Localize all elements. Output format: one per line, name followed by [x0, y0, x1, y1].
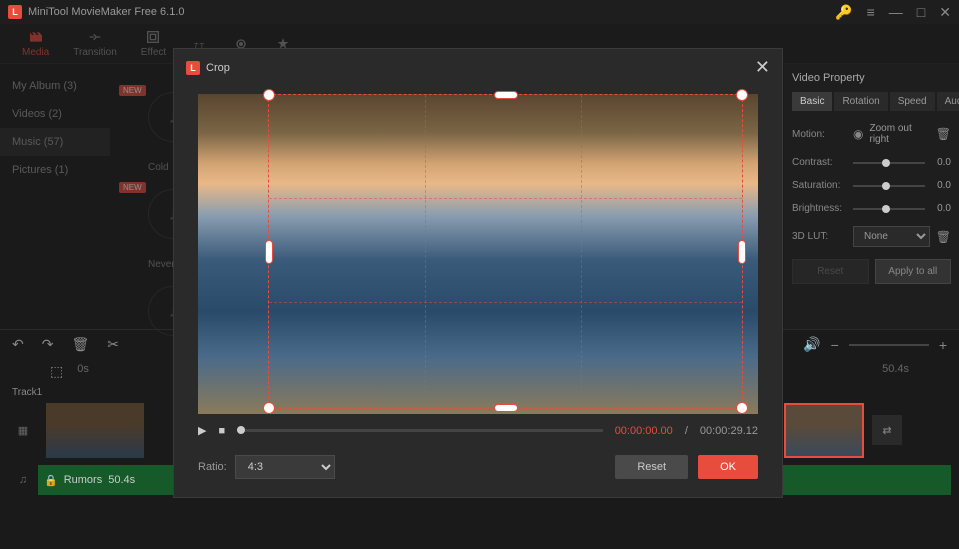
redo-icon[interactable]: ↷ — [42, 336, 54, 353]
play-button[interactable]: ▶ — [198, 424, 206, 437]
property-title: Video Property — [792, 72, 951, 84]
nav-music[interactable]: Music (57) — [0, 128, 110, 156]
apply-all-button[interactable]: Apply to all — [875, 259, 952, 284]
tab-media[interactable]: Media — [10, 26, 61, 61]
media-label: Cold — [148, 162, 169, 173]
split-icon[interactable]: ✂ — [107, 336, 119, 353]
library-nav: My Album (3) Videos (2) Music (57) Pictu… — [0, 64, 110, 329]
zoom-slider[interactable] — [849, 344, 929, 346]
reset-button[interactable]: Reset — [792, 259, 869, 284]
speaker-icon[interactable]: 🔊 — [803, 336, 820, 353]
close-icon[interactable]: ✕ — [755, 57, 770, 78]
app-icon: L — [186, 61, 200, 75]
tab-transition[interactable]: Transition — [61, 26, 129, 61]
close-button[interactable]: ✕ — [939, 4, 951, 21]
crop-handle-tr[interactable] — [736, 89, 748, 101]
contrast-slider[interactable] — [853, 162, 925, 164]
marker-icon[interactable]: ⬚ — [50, 363, 63, 380]
contrast-value: 0.0 — [931, 157, 951, 168]
prop-tab-rotation[interactable]: Rotation — [834, 92, 887, 111]
video-track-icon: ▦ — [8, 424, 38, 437]
motion-icon: ◉ — [853, 127, 863, 141]
minimize-button[interactable]: — — [889, 4, 903, 20]
progress-slider[interactable] — [237, 429, 603, 432]
contrast-label: Contrast: — [792, 157, 847, 168]
crop-handle-br[interactable] — [736, 402, 748, 414]
maximize-button[interactable]: □ — [917, 4, 925, 20]
video-clip-selected[interactable] — [784, 403, 864, 458]
video-clip[interactable] — [46, 403, 144, 458]
zoom-out-icon[interactable]: − — [831, 337, 839, 353]
audio-track-icon: ♫ — [8, 474, 38, 486]
lut-label: 3D LUT: — [792, 231, 847, 242]
tab-effect[interactable]: Effect — [129, 26, 178, 61]
time-separator: / — [685, 425, 688, 437]
titlebar: L MiniTool MovieMaker Free 6.1.0 🔑 ≡ — □… — [0, 0, 959, 24]
delete-icon[interactable]: 🗑 — [936, 127, 951, 141]
app-icon: L — [8, 5, 22, 19]
crop-rectangle[interactable] — [268, 94, 743, 409]
motion-label: Motion: — [792, 129, 847, 140]
lut-select[interactable]: None — [853, 226, 930, 247]
timeline-duration: 50.4s — [882, 363, 909, 380]
audio-duration: 50.4s — [108, 474, 135, 486]
timeline-position: 0s — [77, 363, 89, 380]
crop-title: Crop — [206, 62, 230, 74]
crop-handle-bl[interactable] — [263, 402, 275, 414]
crop-handle-tl[interactable] — [263, 89, 275, 101]
track-label: Track1 — [12, 387, 42, 398]
ratio-label: Ratio: — [198, 461, 227, 473]
motion-value: Zoom out right — [869, 123, 929, 145]
prop-tab-speed[interactable]: Speed — [890, 92, 935, 111]
audio-name: Rumors — [64, 474, 103, 486]
video-property-panel: Video Property Basic Rotation Speed Audi… — [784, 64, 959, 329]
nav-my-album[interactable]: My Album (3) — [0, 72, 110, 100]
crop-handle-bottom[interactable] — [494, 404, 518, 412]
ok-button[interactable]: OK — [698, 455, 758, 479]
crop-handle-right[interactable] — [738, 240, 746, 264]
saturation-value: 0.0 — [931, 180, 951, 191]
nav-pictures[interactable]: Pictures (1) — [0, 156, 110, 184]
sync-icon[interactable]: ⇄ — [872, 415, 902, 445]
undo-icon[interactable]: ↶ — [12, 336, 24, 353]
brightness-slider[interactable] — [853, 208, 925, 210]
brightness-label: Brightness: — [792, 203, 847, 214]
crop-preview[interactable] — [198, 94, 758, 414]
prop-tab-audio[interactable]: Audio — [937, 92, 959, 111]
delete-icon[interactable]: 🗑 — [936, 230, 951, 244]
delete-icon[interactable]: 🗑 — [71, 336, 89, 353]
menu-icon[interactable]: ≡ — [867, 4, 875, 20]
time-current: 00:00:00.00 — [615, 425, 673, 437]
crop-handle-left[interactable] — [265, 240, 273, 264]
prop-tab-basic[interactable]: Basic — [792, 92, 832, 111]
brightness-value: 0.0 — [931, 203, 951, 214]
saturation-slider[interactable] — [853, 185, 925, 187]
lock-icon: 🔒 — [44, 474, 58, 487]
key-icon[interactable]: 🔑 — [835, 4, 852, 21]
saturation-label: Saturation: — [792, 180, 847, 191]
time-duration: 00:00:29.12 — [700, 425, 758, 437]
reset-button[interactable]: Reset — [615, 455, 688, 479]
crop-dialog: L Crop ✕ ▶ ■ 00:00:00.00 / 00:00:29.12 R… — [173, 48, 783, 498]
app-title: MiniTool MovieMaker Free 6.1.0 — [28, 6, 185, 18]
crop-handle-top[interactable] — [494, 91, 518, 99]
stop-button[interactable]: ■ — [218, 425, 225, 437]
zoom-in-icon[interactable]: + — [939, 337, 947, 353]
ratio-select[interactable]: 4:3 — [235, 455, 335, 479]
nav-videos[interactable]: Videos (2) — [0, 100, 110, 128]
